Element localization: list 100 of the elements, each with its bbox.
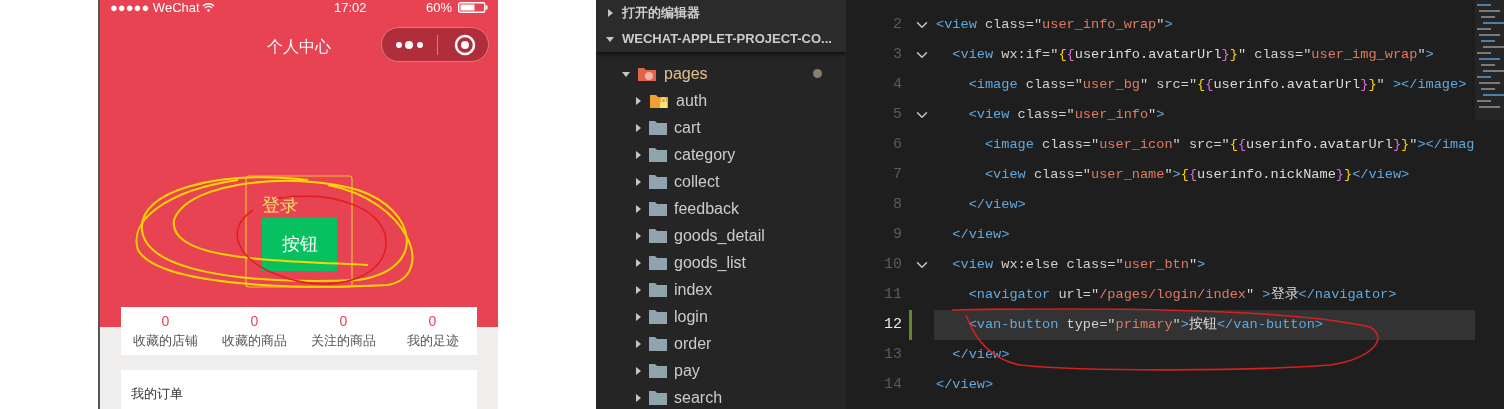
folder-icon: [637, 65, 657, 82]
caret-icon[interactable]: [634, 366, 642, 375]
tree-item[interactable]: auth: [596, 87, 846, 114]
folder-name: auth: [676, 90, 708, 111]
line-number: 14: [883, 374, 902, 395]
section-header[interactable]: 打开的编辑器: [596, 0, 846, 25]
code-line: <view wx:else class="user_btn">: [951, 255, 1206, 274]
clock-text: 17:02: [334, 0, 367, 14]
line-number: 9: [892, 224, 902, 245]
close-icon[interactable]: [454, 33, 476, 56]
line-number: 7: [892, 164, 902, 185]
folder-name: pay: [674, 360, 700, 381]
code-line: </view>: [936, 375, 994, 394]
tree-item[interactable]: order: [596, 330, 846, 357]
carrier-text: ●●●●● WeChat: [110, 0, 200, 14]
caret-icon[interactable]: [606, 34, 614, 43]
stat-value: 0: [428, 312, 437, 331]
code-line: <view wx:if="{{userinfo.avatarUrl}}" class="user_img_wrap">: [951, 45, 1434, 64]
stat-label[interactable]: 我的足迹: [406, 331, 459, 350]
folder-name: goods_detail: [674, 225, 765, 246]
caret-icon[interactable]: [634, 96, 642, 105]
caret-icon[interactable]: [634, 204, 642, 213]
tree-item[interactable]: cart: [596, 114, 846, 141]
folder-icon: [649, 255, 667, 270]
caret-icon[interactable]: [634, 339, 642, 348]
orders-title[interactable]: 我的订单: [131, 386, 183, 401]
code-line: </view>: [967, 195, 1026, 214]
tree-item[interactable]: collect: [596, 168, 846, 195]
stat-label[interactable]: 收藏的店铺: [133, 331, 198, 350]
code-line: <view class="user_info_wrap">: [936, 15, 1173, 34]
folder-icon: [649, 309, 667, 324]
folder-name: category: [674, 144, 736, 165]
line-number: 4: [892, 74, 902, 95]
folder-icon: [649, 174, 667, 189]
section-header[interactable]: WECHAT-APPLET-PROJECT-CO...: [596, 25, 846, 52]
folder-name: collect: [674, 171, 720, 192]
folder-name: cart: [674, 117, 701, 138]
folder-name: pages: [664, 63, 708, 84]
caret-icon[interactable]: [634, 285, 642, 294]
caret-icon[interactable]: [634, 231, 642, 240]
caret-icon[interactable]: [634, 393, 642, 402]
line-number: 8: [892, 194, 902, 215]
stat-value: 0: [339, 312, 348, 331]
folder-name: order: [674, 333, 712, 354]
code-line: <van-button type="primary">按钮</van-button>: [967, 315, 1323, 334]
section-title: 打开的编辑器: [622, 3, 700, 22]
folder-name: goods_list: [674, 252, 747, 273]
line-number: 2: [892, 14, 902, 35]
folder-icon: [649, 363, 667, 378]
folder-icon: [649, 336, 667, 351]
line-number: 10: [883, 254, 902, 275]
folder-icon: [649, 147, 667, 162]
stat-value: 0: [250, 312, 259, 331]
stat-value: 0: [161, 312, 170, 331]
caret-icon[interactable]: [622, 69, 630, 78]
tree-item[interactable]: feedback: [596, 195, 846, 222]
tree-item[interactable]: pay: [596, 357, 846, 384]
folder-name: login: [674, 306, 708, 327]
page-title: 个人中心: [267, 37, 331, 57]
line-number: 5: [892, 104, 902, 125]
tree-item[interactable]: goods_list: [596, 249, 846, 276]
caret-icon[interactable]: [606, 8, 614, 17]
folder-name: feedback: [674, 198, 739, 219]
line-number: 13: [883, 344, 902, 365]
line-number: 6: [892, 134, 902, 155]
line-number: 12: [883, 314, 902, 335]
stat-label[interactable]: 关注的商品: [311, 331, 376, 350]
code-line: <view class="user_info">: [967, 105, 1165, 124]
folder-name: index: [674, 279, 713, 300]
folder-icon: [649, 201, 667, 216]
caret-icon[interactable]: [634, 177, 642, 186]
caret-icon[interactable]: [634, 258, 642, 267]
stat-label[interactable]: 收藏的商品: [222, 331, 287, 350]
locked-folder-icon: [649, 92, 669, 109]
battery-text: 60%: [425, 0, 452, 14]
code-line: <image class="user_icon" src="{{userinfo.avatarUrl}}"></imag: [983, 135, 1475, 154]
section-title: WECHAT-APPLET-PROJECT-CO...: [622, 29, 832, 48]
line-number: 3: [892, 44, 902, 65]
folder-name: search: [674, 387, 723, 408]
code-line: <view class="user_name">{{userinfo.nickName}}</view>: [983, 165, 1410, 184]
code-line: <image class="user_bg" src="{{userinfo.avatarUrl}}" ></image>: [967, 75, 1467, 94]
tree-item[interactable]: search: [596, 384, 846, 409]
folder-icon: [649, 228, 667, 243]
caret-icon[interactable]: [634, 123, 642, 132]
more-icon[interactable]: [395, 39, 425, 50]
tree-item[interactable]: pages: [596, 60, 846, 87]
folder-icon: [649, 120, 667, 135]
battery-icon: [458, 1, 488, 13]
line-number: 11: [883, 284, 902, 305]
caret-icon[interactable]: [634, 312, 642, 321]
tree-item[interactable]: index: [596, 276, 846, 303]
code-line: </view>: [951, 225, 1010, 244]
caret-icon[interactable]: [634, 150, 642, 159]
tree-item[interactable]: category: [596, 141, 846, 168]
folder-icon: [649, 282, 667, 297]
folder-icon: [649, 390, 667, 405]
code-line: <navigator url="/pages/login/index" >登录</navigator>: [967, 285, 1397, 304]
tree-item[interactable]: login: [596, 303, 846, 330]
tree-item[interactable]: goods_detail: [596, 222, 846, 249]
wifi-icon: [201, 2, 215, 12]
